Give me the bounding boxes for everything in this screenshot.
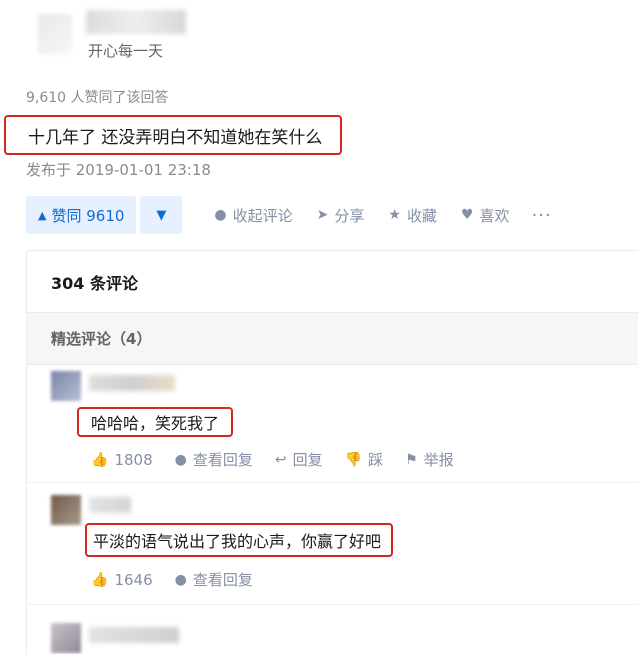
answer-actions: ▲ 赞同 9610 ▼ ● 收起评论 ➤ 分享 ★ 收藏 ♥ 喜欢 ··· xyxy=(26,196,552,234)
comments-count: 304 条评论 xyxy=(27,251,638,313)
answer-content-highlight: 十几年了 还没弄明白不知道她在笑什么 xyxy=(4,115,343,155)
author-bio: 开心每一天 xyxy=(88,42,164,60)
author-avatar[interactable] xyxy=(38,14,72,54)
answer-author: 开心每一天 xyxy=(0,0,638,80)
commenter-avatar[interactable] xyxy=(51,623,81,653)
comment-like-button[interactable]: 👍 1646 xyxy=(91,571,153,589)
comment-item: 哈哈哈，笑死我了 👍 1808 ● 查看回复 ↩ 回复 👎 踩 ⚑ 举报 xyxy=(27,365,638,483)
comment-bubble-icon: ● xyxy=(214,207,227,223)
view-replies-button[interactable]: ● 查看回复 xyxy=(175,569,253,590)
commenter-name-blurred[interactable] xyxy=(89,375,175,391)
comment-like-count: 1646 xyxy=(114,570,153,589)
comment-text-highlight: 平淡的语气说出了我的心声，你赢了好吧 xyxy=(85,523,394,557)
answer-text: 十几年了 还没弄明白不知道她在笑什么 xyxy=(28,127,323,148)
downvote-button[interactable]: ▼ xyxy=(140,196,183,234)
report-button[interactable]: ⚑ 举报 xyxy=(405,449,454,470)
reply-label: 回复 xyxy=(292,451,323,469)
comment-actions: 👍 1808 ● 查看回复 ↩ 回复 👎 踩 ⚑ 举报 xyxy=(91,449,476,470)
like-label: 喜欢 xyxy=(479,206,510,225)
report-label: 举报 xyxy=(423,451,454,469)
comment-item: 平淡的语气说出了我的心声，你赢了好吧 👍 1646 ● 查看回复 xyxy=(27,483,638,605)
author-name-blurred[interactable] xyxy=(86,10,186,34)
share-button[interactable]: ➤ 分享 xyxy=(317,205,365,226)
comment-like-count: 1808 xyxy=(114,450,153,469)
triangle-up-icon: ▲ xyxy=(38,208,47,222)
heart-icon: ♥ xyxy=(460,207,474,223)
collapse-comments-button[interactable]: ● 收起评论 xyxy=(214,205,292,226)
publish-time: 发布于 2019-01-01 23:18 xyxy=(26,161,211,179)
comment-text: 平淡的语气说出了我的心声，你赢了好吧 xyxy=(93,532,382,551)
collapse-comments-label: 收起评论 xyxy=(232,206,293,225)
chat-bubble-icon: ● xyxy=(174,451,187,468)
featured-comments-label: 精选评论（4） xyxy=(27,313,638,365)
triangle-down-icon: ▼ xyxy=(156,207,167,223)
comment-like-button[interactable]: 👍 1808 xyxy=(91,451,153,469)
commenter-avatar[interactable] xyxy=(51,371,81,401)
commenter-name-blurred[interactable] xyxy=(89,497,131,513)
more-button[interactable]: ··· xyxy=(532,205,552,226)
comment-text-highlight: 哈哈哈，笑死我了 xyxy=(77,407,234,437)
chat-bubble-icon: ● xyxy=(174,571,187,588)
commenter-name-blurred[interactable] xyxy=(89,627,179,643)
agree-count: 9,610 人赞同了该回答 xyxy=(26,90,169,106)
comment-item xyxy=(27,605,638,654)
dislike-button[interactable]: 👎 踩 xyxy=(345,449,383,470)
upvote-label: 赞同 9610 xyxy=(51,206,125,225)
comment-text: 哈哈哈，笑死我了 xyxy=(91,414,220,433)
comment-actions: 👍 1646 ● 查看回复 xyxy=(91,569,275,590)
upvote-button[interactable]: ▲ 赞同 9610 xyxy=(26,196,137,234)
comments-panel: 304 条评论 精选评论（4） 哈哈哈，笑死我了 👍 1808 ● 查看回复 ↩… xyxy=(26,250,638,654)
view-replies-button[interactable]: ● 查看回复 xyxy=(175,449,253,470)
like-button[interactable]: ♥ 喜欢 xyxy=(461,205,510,226)
thumbs-up-icon: 👍 xyxy=(91,571,109,588)
favorite-button[interactable]: ★ 收藏 xyxy=(388,205,437,226)
dislike-label: 踩 xyxy=(368,451,384,469)
view-replies-label: 查看回复 xyxy=(192,451,253,469)
thumbs-down-icon: 👎 xyxy=(344,451,363,468)
flag-icon: ⚑ xyxy=(405,451,418,468)
star-icon: ★ xyxy=(388,207,401,223)
paper-plane-icon: ➤ xyxy=(316,207,329,223)
favorite-label: 收藏 xyxy=(406,206,437,225)
reply-arrow-icon: ↩ xyxy=(274,451,287,468)
view-replies-label: 查看回复 xyxy=(192,571,253,589)
commenter-avatar[interactable] xyxy=(51,495,81,525)
share-label: 分享 xyxy=(334,206,365,225)
reply-button[interactable]: ↩ 回复 xyxy=(275,449,323,470)
thumbs-up-icon: 👍 xyxy=(91,451,109,468)
